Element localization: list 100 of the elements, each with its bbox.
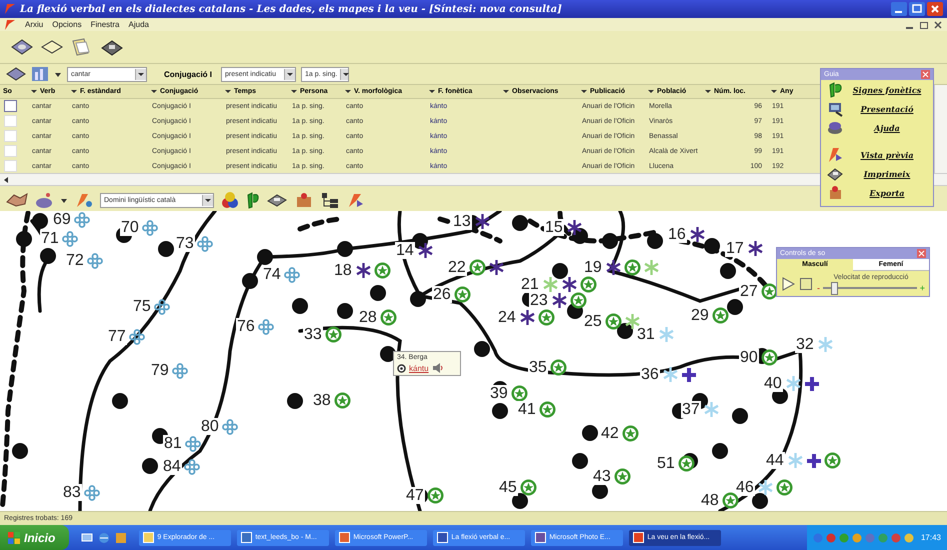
chart-icon[interactable] — [31, 66, 49, 82]
location-dot — [704, 238, 720, 254]
location-number: 23 — [529, 292, 549, 309]
start-button[interactable]: Inicio — [0, 525, 70, 550]
media-icon[interactable] — [115, 532, 128, 544]
location-dot — [242, 273, 258, 289]
location-number: 14 — [395, 242, 415, 259]
location-dot — [40, 248, 56, 264]
location-number: 47 — [405, 487, 425, 504]
radio-icon[interactable] — [397, 364, 406, 372]
location-dot — [287, 393, 303, 409]
scrollbar[interactable] — [934, 85, 947, 173]
guide-link[interactable]: Vista prèvia — [847, 150, 927, 160]
pot-icon[interactable] — [34, 191, 54, 209]
location-dot — [337, 303, 353, 319]
preview-icon[interactable] — [827, 146, 843, 163]
pronunciation-link[interactable]: kántu — [409, 364, 429, 372]
menu-item[interactable]: Finestra — [90, 20, 120, 29]
location-dot — [732, 408, 748, 424]
plus-label: + — [920, 283, 925, 293]
location-dot — [572, 453, 588, 469]
restore-icon[interactable] — [919, 20, 929, 30]
location-dot — [12, 443, 28, 459]
book-icon[interactable] — [827, 119, 843, 136]
star-marker-icon — [712, 307, 729, 324]
location-number: 44 — [765, 452, 785, 469]
location-dot — [647, 233, 663, 249]
close-icon[interactable] — [933, 20, 943, 30]
location-dot — [112, 393, 128, 409]
location-number: 35 — [528, 359, 548, 376]
sound-cell[interactable] — [4, 100, 17, 112]
star-marker-icon — [604, 313, 622, 330]
guide-link[interactable]: Imprimeix — [847, 168, 927, 178]
phonetic-sign-icon[interactable] — [827, 81, 843, 98]
location-dot — [582, 425, 598, 441]
location-dot — [410, 291, 426, 307]
hierarchy-icon[interactable] — [320, 191, 340, 209]
star-marker-icon — [760, 349, 778, 366]
location-dot — [727, 299, 743, 315]
location-dot — [592, 483, 608, 499]
app-logo-icon — [4, 3, 16, 15]
close-icon[interactable] — [927, 2, 943, 16]
clock: 17:43 — [920, 533, 941, 542]
window-icon — [241, 532, 252, 543]
location-number: 16 — [667, 226, 687, 243]
minimize-icon[interactable] — [891, 2, 907, 16]
star-marker-icon — [520, 479, 537, 496]
box-icon[interactable] — [294, 191, 314, 209]
star-marker-icon — [824, 452, 841, 469]
star-marker-icon — [334, 392, 351, 409]
stop-icon[interactable] — [799, 276, 813, 290]
location-dot — [337, 241, 353, 257]
minus-label: - — [817, 283, 820, 293]
location-dot — [712, 443, 728, 459]
location-dot — [492, 403, 508, 419]
guide-link[interactable]: Presentació — [847, 104, 927, 114]
location-dot — [602, 233, 618, 249]
guide-link[interactable]: Ajuda — [847, 122, 927, 132]
slider-thumb[interactable] — [831, 282, 838, 295]
window-icon — [437, 532, 448, 543]
guide-link[interactable]: Exporta — [847, 188, 927, 198]
monitor-icon[interactable] — [827, 100, 843, 117]
maximize-icon[interactable] — [909, 2, 925, 16]
caret-icon[interactable] — [60, 196, 68, 204]
star-marker-icon — [678, 455, 695, 472]
star-marker-icon — [324, 326, 342, 343]
cross-marker-icon — [806, 452, 822, 468]
menu-item[interactable]: Ajuda — [128, 20, 149, 29]
menu-item[interactable]: Opcions — [52, 20, 82, 29]
desktop-icon[interactable] — [81, 532, 94, 544]
location-number: 40 — [763, 375, 783, 392]
location-number: 45 — [498, 479, 518, 496]
drive-icon[interactable] — [10, 37, 34, 57]
location-number: 83 — [62, 484, 82, 501]
caret-icon[interactable] — [54, 70, 62, 78]
location-dot — [512, 493, 528, 509]
browser-icon[interactable] — [98, 532, 110, 544]
star-marker-icon — [580, 276, 597, 293]
phonetic-sign-icon[interactable] — [246, 191, 260, 209]
location-number: 77 — [107, 328, 127, 345]
location-number: 70 — [120, 219, 140, 236]
location-dot — [142, 458, 158, 474]
brush-icon[interactable] — [74, 191, 94, 209]
speaker-icon[interactable] — [432, 363, 444, 373]
menu-item[interactable]: Arxiu — [25, 20, 44, 29]
guide-link[interactable]: Signes fonètics — [847, 84, 927, 94]
star-marker-icon — [550, 359, 567, 376]
scroll-left-icon[interactable] — [2, 176, 10, 184]
star-marker-icon — [538, 401, 556, 418]
color-balls-icon[interactable] — [220, 191, 240, 209]
location-dot — [572, 228, 588, 244]
play-icon[interactable] — [781, 276, 795, 290]
location-number: 43 — [592, 468, 612, 485]
box-icon[interactable] — [827, 184, 843, 201]
window-title: La flexió verbal en els dialectes catalans - Les dades, els mapes i la veu - [Síntesi: nova consulta] — [20, 4, 562, 14]
map-icon[interactable] — [6, 192, 28, 208]
location-number: 37 — [681, 401, 701, 418]
drive-icon[interactable] — [6, 66, 26, 82]
location-number: 46 — [735, 479, 755, 496]
location-dot — [752, 493, 768, 509]
